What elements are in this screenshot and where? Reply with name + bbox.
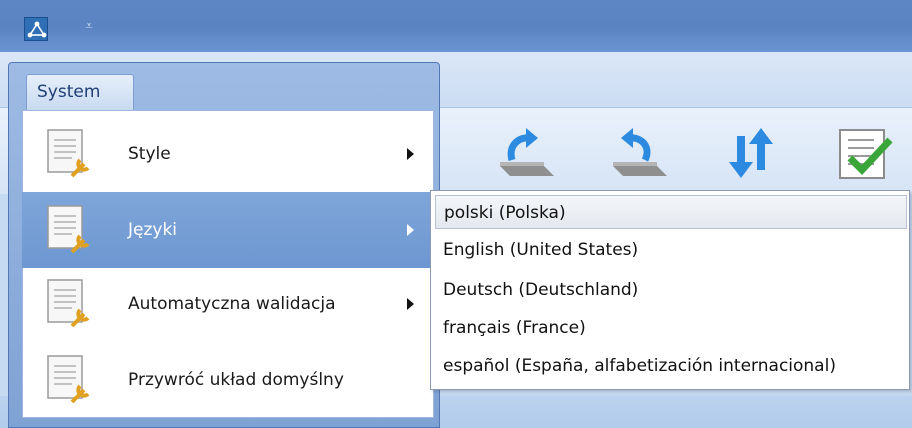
redo-button[interactable] [605,118,675,188]
submenu-arrow-icon [407,148,414,160]
language-item-polish[interactable]: polski (Polska) [435,195,907,229]
redo-arrow-icon [613,128,667,176]
submenu-arrow-icon [407,298,414,310]
undo-arrow-icon [500,128,554,176]
language-item-spanish[interactable]: español (España, alfabetización internac… [435,349,907,383]
customize-quick-access-arrow-icon[interactable]: ⩡ [82,18,96,36]
undo-button[interactable] [492,118,562,188]
validate-button[interactable] [832,118,902,188]
checklist-validate-icon [839,129,893,179]
document-wrench-icon [47,129,90,178]
document-wrench-icon [47,205,90,254]
menu-item-style[interactable]: Style [22,116,432,192]
language-submenu: polski (Polska) English (United States) … [430,190,910,390]
menu-item-languages-label: Języki [128,220,178,240]
document-wrench-icon [47,355,90,404]
sort-button[interactable] [717,118,787,188]
language-item-german[interactable]: Deutsch (Deutschland) [435,273,907,307]
menu-item-languages[interactable]: Języki [22,192,432,268]
system-tab[interactable]: System [26,74,134,110]
language-item-english[interactable]: English (United States) [435,233,907,267]
title-bar: ⩡ [0,0,912,52]
document-wrench-icon [47,279,90,328]
sort-arrows-icon [729,128,773,178]
menu-item-restore-layout-label: Przywróć układ domyślny [128,370,344,390]
submenu-arrow-icon [407,224,414,236]
network-app-icon[interactable] [24,17,48,41]
menu-item-auto-validation-label: Automatyczna walidacja [128,294,336,314]
menu-item-auto-validation[interactable]: Automatyczna walidacja [22,266,432,342]
menu-item-style-label: Style [128,144,171,164]
menu-item-restore-layout[interactable]: Przywróć układ domyślny [22,342,432,418]
language-item-french[interactable]: français (France) [435,311,907,345]
